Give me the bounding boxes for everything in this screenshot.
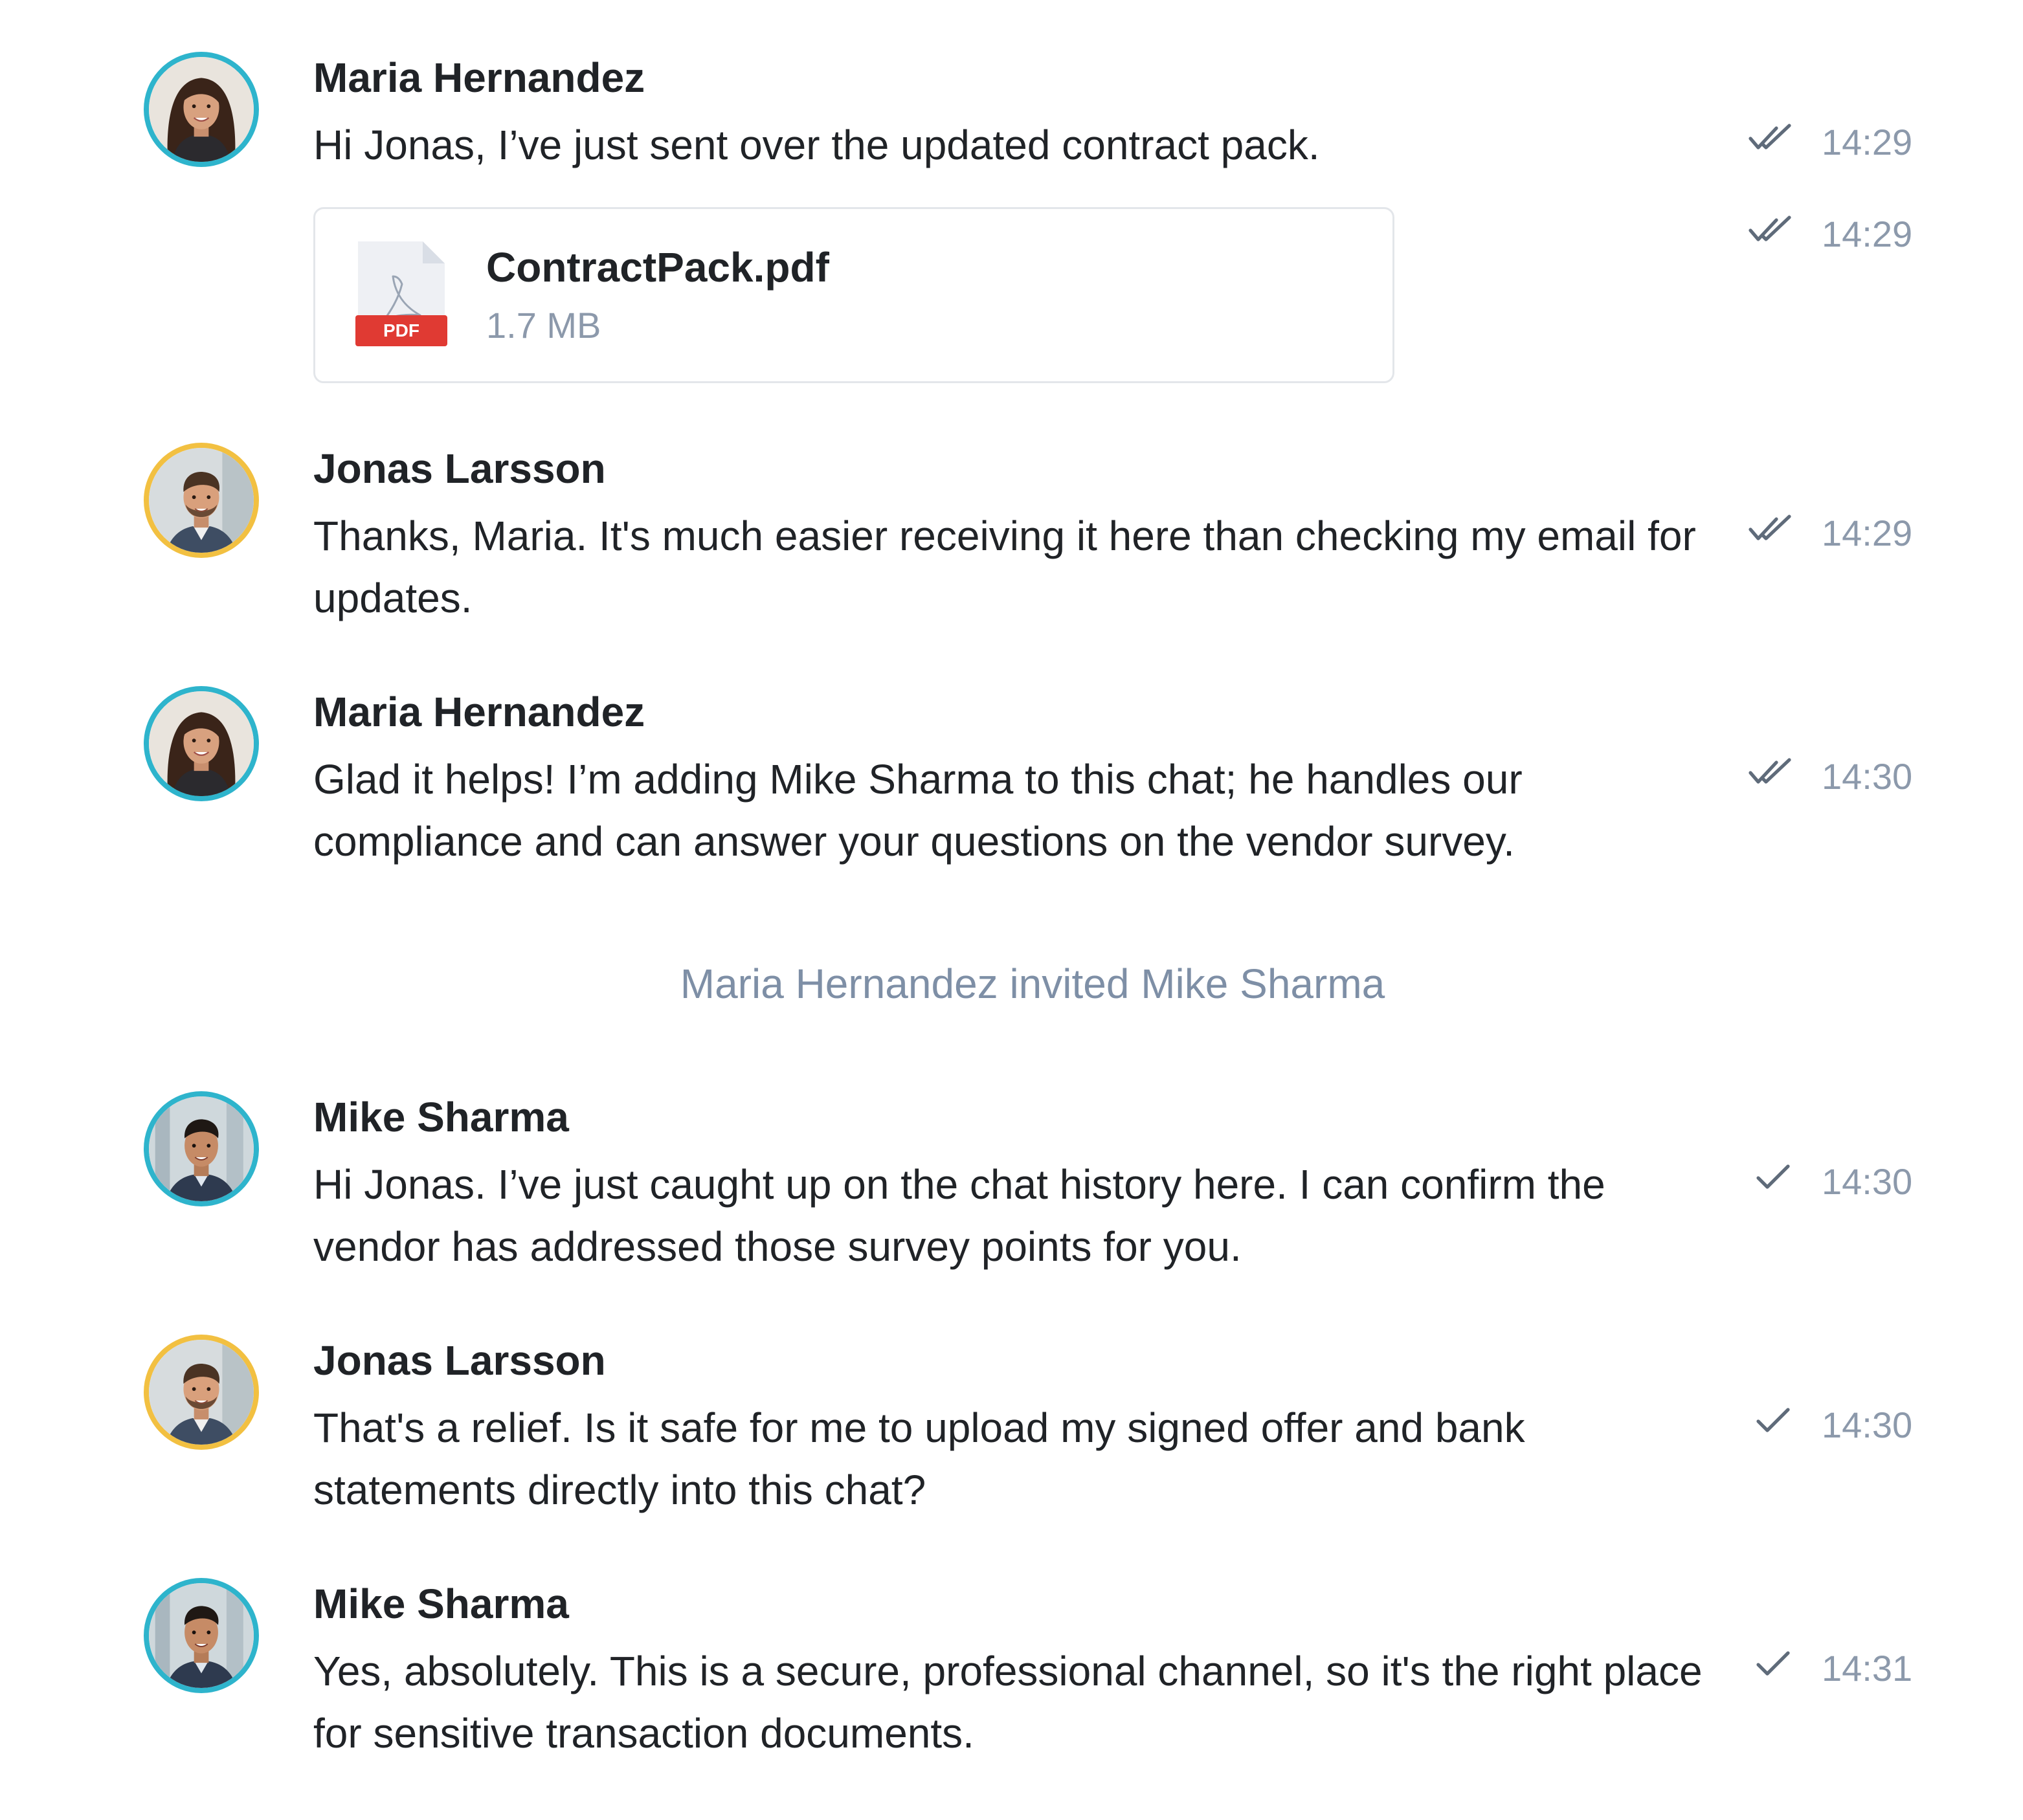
message-text: Yes, absolutely. This is a secure, profe…: [313, 1648, 1703, 1757]
file-attachment[interactable]: PDF ContractPack.pdf 1.7 MB: [313, 207, 1394, 383]
message-time: 14:29: [1822, 122, 1913, 162]
message-time: 14:30: [1822, 756, 1913, 797]
message-author[interactable]: Jonas Larsson: [313, 444, 606, 494]
message-author[interactable]: Maria Hernandez: [313, 53, 645, 103]
pdf-badge-label: PDF: [383, 320, 419, 340]
pdf-file-icon: PDF: [355, 241, 447, 346]
avatar[interactable]: [144, 1578, 259, 1693]
avatar[interactable]: [144, 1091, 259, 1206]
avatar-man-icon: [149, 448, 254, 553]
message-meta: 14:30: [1741, 1399, 1929, 1451]
message-time: 14:29: [1822, 513, 1913, 553]
double-check-icon: [1748, 123, 1797, 154]
avatar[interactable]: [144, 52, 259, 167]
double-check-icon: [1748, 757, 1797, 788]
message-author[interactable]: Mike Sharma: [313, 1093, 569, 1142]
avatar[interactable]: [144, 686, 259, 801]
system-event: Maria Hernandez invited Mike Sharma: [680, 960, 1385, 1007]
avatar[interactable]: [144, 1335, 259, 1450]
double-check-icon: [1748, 514, 1797, 545]
avatar-man-icon: [149, 1096, 254, 1201]
message-time: 14:30: [1822, 1161, 1913, 1202]
message-meta: 14:30: [1741, 751, 1929, 803]
message-text: Glad it helps! I’m adding Mike Sharma to…: [313, 756, 1523, 865]
message-meta: 14:29: [1741, 507, 1929, 559]
avatar-man-icon: [149, 1340, 254, 1445]
message-text: Hi Jonas, I’ve just sent over the update…: [313, 122, 1320, 168]
double-check-icon: [1748, 215, 1797, 246]
avatar-woman-icon: [149, 57, 254, 162]
single-check-icon: [1748, 1406, 1797, 1437]
message-meta: 14:30: [1741, 1156, 1929, 1208]
message-meta: 14:29: [1741, 117, 1929, 168]
message-time: 14:29: [1822, 214, 1913, 254]
file-name[interactable]: ContractPack.pdf: [486, 243, 829, 293]
single-check-icon: [1748, 1649, 1797, 1680]
message-meta: 14:31: [1741, 1643, 1929, 1694]
message-time: 14:31: [1822, 1648, 1913, 1689]
avatar-woman-icon: [149, 691, 254, 796]
message-text: Thanks, Maria. It's much easier receivin…: [313, 513, 1696, 621]
message-time: 14:30: [1822, 1404, 1913, 1445]
chat-thread: Maria Hernandez Hi Jonas, I’ve just sent…: [0, 0, 2023, 1820]
file-size: 1.7 MB: [486, 305, 601, 346]
message-author[interactable]: Maria Hernandez: [313, 687, 645, 737]
message-text: That's a relief. Is it safe for me to up…: [313, 1404, 1525, 1513]
avatar[interactable]: [144, 443, 259, 558]
message-meta: 14:29: [1741, 208, 1929, 260]
message-author[interactable]: Mike Sharma: [313, 1579, 569, 1629]
single-check-icon: [1748, 1162, 1797, 1193]
avatar-man-icon: [149, 1583, 254, 1688]
message-text: Hi Jonas. I’ve just caught up on the cha…: [313, 1161, 1605, 1270]
message-author[interactable]: Jonas Larsson: [313, 1336, 606, 1386]
